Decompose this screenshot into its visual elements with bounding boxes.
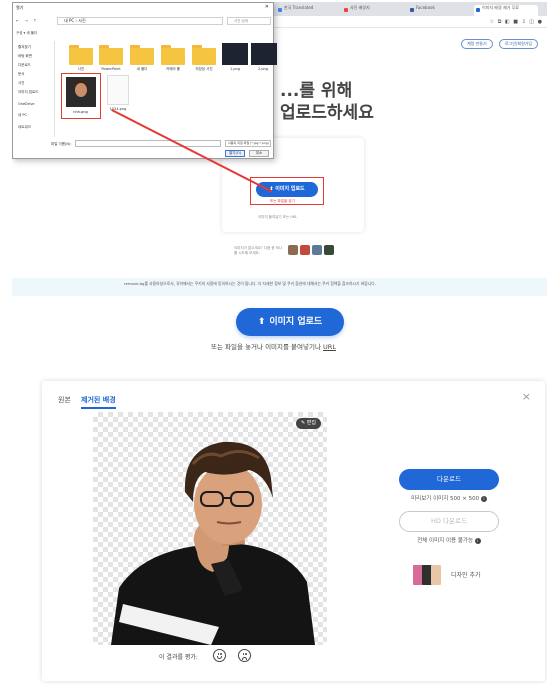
drop-hint-text: 또는 파일을 놓거나 이미지를 붙여넣기나 — [211, 343, 321, 351]
nav-item[interactable]: 바탕 화면 — [18, 54, 32, 59]
folder-label: 저장된 사진 — [195, 67, 213, 71]
nav-item[interactable]: 이미지 업로드 — [18, 90, 38, 95]
browser-toolbar: ☆ ⧉ ◧ ■ ⇩ ◫ ● — [274, 16, 547, 28]
cutout-person-image — [111, 441, 315, 645]
filetype-select[interactable]: 사용자 지정 파일 (*.jpg;*.png) — [225, 140, 271, 147]
samples-hint: 이미지가 없으세요? 다음 중 하나를 시도해 보세요: — [234, 246, 283, 255]
nav-item[interactable]: 네트워크 — [18, 125, 31, 130]
folder-icon[interactable] — [130, 45, 154, 65]
tab-original[interactable]: 원본 — [58, 395, 71, 405]
filename-label: 파일 이름(N): — [51, 142, 72, 146]
hd-download-button[interactable]: HD 다운로드 — [399, 511, 499, 532]
browser-tab-strip: 한국 Translated 사진 배경지 Facebook 이미지 배경 제거 … — [274, 2, 547, 16]
browser-tab-3[interactable]: Facebook — [408, 5, 472, 16]
card-upload-label: 이미지 업로드 — [275, 186, 305, 192]
folder-label: 카메라 롤 — [166, 67, 180, 71]
add-design-label[interactable]: 디자인 추가 — [451, 570, 481, 579]
download-button[interactable]: 다운로드 — [399, 469, 499, 490]
design-thumbnails[interactable] — [413, 565, 443, 585]
dialog-title: 열기 — [16, 5, 24, 10]
dialog-toolbar[interactable]: 구성 ▾ 새 폴더 — [16, 31, 37, 36]
extension-icons[interactable]: ☆ ⧉ ◧ ■ ⇩ ◫ ● — [490, 19, 543, 25]
tab-removed-background[interactable]: 제거된 배경 — [81, 395, 116, 409]
folder-label: 새 폴더 — [136, 67, 148, 71]
filename-input[interactable] — [75, 140, 221, 147]
happy-face-icon[interactable] — [213, 649, 226, 662]
result-card: 원본 제거된 배경 × ✎ 편집 다운로드 미리보기 이미지 500 × 500… — [42, 381, 545, 681]
tab-label: 사진 배경지 — [350, 5, 370, 10]
url-link[interactable]: URL — [323, 343, 336, 351]
upload-icon: ⬆ — [257, 317, 266, 327]
browser-tab-4[interactable]: 이미지 배경 제거 무료 — [474, 5, 538, 16]
selected-file-name: nhh.png — [73, 110, 88, 114]
tab-label: 한국 Translated — [284, 5, 314, 10]
folder-icon[interactable] — [161, 45, 185, 65]
tab-favicon-icon — [476, 8, 480, 12]
nav-item[interactable]: OneDrive — [18, 102, 34, 106]
edit-button[interactable]: ✎ 편집 — [296, 418, 321, 429]
nav-item[interactable]: 다운로드 — [18, 63, 31, 68]
file-open-dialog: 열기 ✕ ← → ↑ 내 PC › 사진 사진 검색 구성 ▾ 새 폴더 즐겨찾… — [12, 2, 277, 159]
tab-label: 이미지 배경 제거 무료 — [482, 5, 519, 10]
nav-item[interactable]: 내 PC — [18, 113, 27, 118]
folder-icon[interactable] — [69, 45, 93, 65]
hero-heading: ...를 위해 업로드하세요 — [280, 80, 374, 124]
dialog-search-input[interactable]: 사진 검색 — [227, 17, 271, 25]
file-label: 1024.png — [109, 107, 127, 111]
tab-label: Facebook — [416, 5, 435, 10]
cookie-notice: remove.bg를 사용하실으로서, 귀하께서는 쿠키의 사용에 동의하시는 … — [12, 278, 547, 296]
rate-label: 이 결과를 평가: — [159, 654, 198, 661]
card-paste-hint[interactable]: 이미지 붙여넣기 또는 URL — [258, 215, 297, 220]
info-icon[interactable]: i — [480, 495, 487, 502]
sample-image-3[interactable] — [312, 245, 322, 255]
result-image: ✎ 편집 — [93, 412, 327, 645]
dialog-close-icon[interactable]: ✕ — [265, 4, 269, 10]
nav-item[interactable]: 즐겨찾기 — [18, 45, 31, 50]
preview-info: 미리보기 이미지 500 × 500 i — [382, 494, 516, 502]
document-file-thumb[interactable] — [107, 75, 129, 105]
folder-icon[interactable] — [99, 45, 123, 65]
folder-icon[interactable] — [192, 45, 216, 65]
image-file-thumb[interactable] — [251, 43, 277, 65]
nav-item[interactable]: 사진 — [18, 81, 24, 86]
folder-label: PowerPoint — [101, 67, 121, 71]
sample-image-4[interactable] — [324, 245, 334, 255]
signup-button[interactable]: 계정 만들기 — [461, 39, 493, 49]
tab-favicon-icon — [410, 8, 414, 12]
edit-label: 편집 — [306, 420, 316, 426]
file-thumbnail — [66, 77, 96, 107]
browser-tab-1[interactable]: 한국 Translated — [276, 5, 340, 16]
hero-line-2: 업로드하세요 — [280, 103, 374, 123]
folder-label: 사진 — [77, 67, 85, 71]
selected-file[interactable]: nhh.png — [61, 73, 101, 119]
upload-dialog-screenshot: 한국 Translated 사진 배경지 Facebook 이미지 배경 제거 … — [12, 2, 547, 298]
hd-info-text: 전체 이미지 이용 불가능 — [417, 538, 474, 544]
card-sub-text: 또는 파일을 놓기 — [270, 199, 295, 203]
dialog-address-bar[interactable]: 내 PC › 사진 — [57, 17, 223, 25]
sad-face-icon[interactable] — [238, 649, 251, 662]
preview-info-text: 미리보기 이미지 500 × 500 — [411, 496, 480, 502]
hd-info: 전체 이미지 이용 불가능 i — [382, 536, 516, 544]
dialog-nav-pane: 즐겨찾기 바탕 화면 다운로드 문서 사진 이미지 업로드 OneDrive 내… — [13, 41, 55, 137]
info-icon[interactable]: i — [474, 537, 481, 544]
dialog-open-button[interactable]: 열기(O) — [225, 150, 245, 157]
drop-hint: 또는 파일을 놓거나 이미지를 붙여넣기나 URL — [0, 341, 547, 351]
sample-image-1[interactable] — [288, 245, 298, 255]
dialog-cancel-button[interactable]: 취소 — [249, 150, 269, 157]
upload-button-label: 이미지 업로드 — [269, 317, 323, 327]
file-label: 2.png — [257, 67, 268, 71]
sample-image-2[interactable] — [300, 245, 310, 255]
upload-image-button[interactable]: ⬆ 이미지 업로드 — [236, 308, 344, 336]
image-file-thumb[interactable] — [222, 43, 248, 65]
browser-tab-2[interactable]: 사진 배경지 — [342, 5, 406, 16]
hero-line-1: ...를 위해 — [280, 81, 353, 101]
login-button[interactable]: 로그인/회원가입 — [499, 39, 539, 49]
nav-item[interactable]: 문서 — [18, 72, 24, 77]
dialog-nav-arrows[interactable]: ← → ↑ — [16, 18, 39, 23]
tab-favicon-icon — [344, 8, 348, 12]
tab-favicon-icon — [278, 8, 282, 12]
close-icon[interactable]: × — [522, 390, 531, 403]
